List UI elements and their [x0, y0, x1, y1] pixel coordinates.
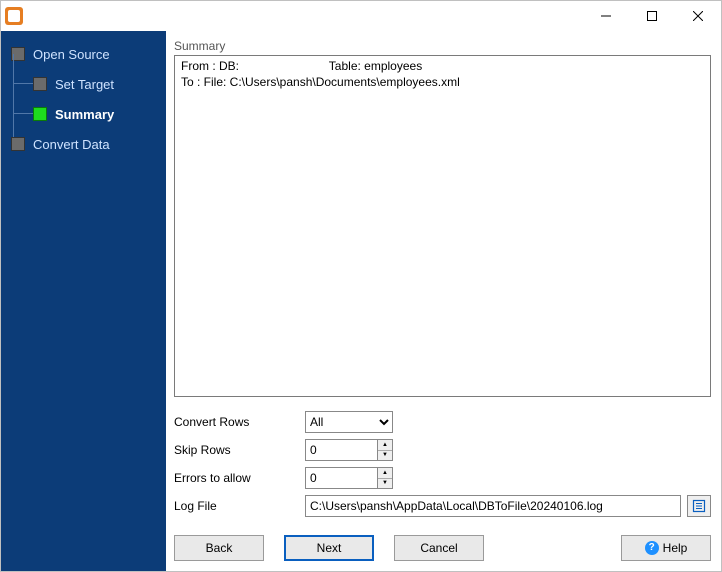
skip-rows-spinner: ▲ ▼	[305, 439, 393, 461]
sidebar-item-summary[interactable]: Summary	[1, 99, 166, 129]
sidebar-item-open-source[interactable]: Open Source	[1, 39, 166, 69]
maximize-icon	[647, 11, 657, 21]
window-controls	[583, 1, 721, 31]
skip-rows-label: Skip Rows	[174, 443, 299, 457]
cancel-button[interactable]: Cancel	[394, 535, 484, 561]
errors-up[interactable]: ▲	[378, 468, 392, 479]
step-box-icon	[11, 137, 25, 151]
wizard-window: Open Source Set Target Summary Convert D…	[0, 0, 722, 572]
step-box-icon	[33, 77, 47, 91]
sidebar-item-label: Convert Data	[33, 137, 110, 152]
app-icon	[5, 7, 23, 25]
summary-title: Summary	[174, 39, 711, 53]
skip-rows-down[interactable]: ▼	[378, 451, 392, 461]
maximize-button[interactable]	[629, 1, 675, 31]
sidebar-item-label: Set Target	[55, 77, 114, 92]
errors-input[interactable]	[305, 467, 377, 489]
spin-buttons: ▲ ▼	[377, 467, 393, 489]
convert-rows-label: Convert Rows	[174, 415, 299, 429]
main-panel: Summary From : DB: Table: employees To :…	[166, 31, 721, 571]
skip-rows-input[interactable]	[305, 439, 377, 461]
step-box-icon	[33, 107, 47, 121]
close-button[interactable]	[675, 1, 721, 31]
summary-textarea[interactable]: From : DB: Table: employees To : File: C…	[174, 55, 711, 397]
titlebar-left	[5, 7, 29, 25]
footer-buttons: Back Next Cancel ? Help	[174, 535, 711, 561]
sidebar-item-label: Open Source	[33, 47, 110, 62]
spin-buttons: ▲ ▼	[377, 439, 393, 461]
options-grid: Convert Rows All Skip Rows ▲ ▼	[174, 411, 711, 517]
sidebar-item-label: Summary	[55, 107, 114, 122]
logfile-input[interactable]	[305, 495, 681, 517]
errors-down[interactable]: ▼	[378, 479, 392, 489]
errors-spinner: ▲ ▼	[305, 467, 393, 489]
logfile-row	[305, 495, 711, 517]
sidebar-item-convert-data[interactable]: Convert Data	[1, 129, 166, 159]
logfile-label: Log File	[174, 499, 299, 513]
convert-rows-select[interactable]: All	[305, 411, 393, 433]
help-icon: ?	[645, 541, 659, 555]
back-button[interactable]: Back	[174, 535, 264, 561]
browse-icon	[692, 499, 706, 513]
skip-rows-up[interactable]: ▲	[378, 440, 392, 451]
help-button[interactable]: ? Help	[621, 535, 711, 561]
errors-label: Errors to allow	[174, 471, 299, 485]
titlebar	[1, 1, 721, 31]
minimize-icon	[601, 11, 611, 21]
sidebar: Open Source Set Target Summary Convert D…	[1, 31, 166, 571]
next-button[interactable]: Next	[284, 535, 374, 561]
close-icon	[693, 11, 703, 21]
tree-branch	[13, 113, 33, 114]
tree-branch	[13, 83, 33, 84]
minimize-button[interactable]	[583, 1, 629, 31]
sidebar-item-set-target[interactable]: Set Target	[1, 69, 166, 99]
body: Open Source Set Target Summary Convert D…	[1, 31, 721, 571]
logfile-browse-button[interactable]	[687, 495, 711, 517]
help-label: Help	[663, 541, 688, 555]
